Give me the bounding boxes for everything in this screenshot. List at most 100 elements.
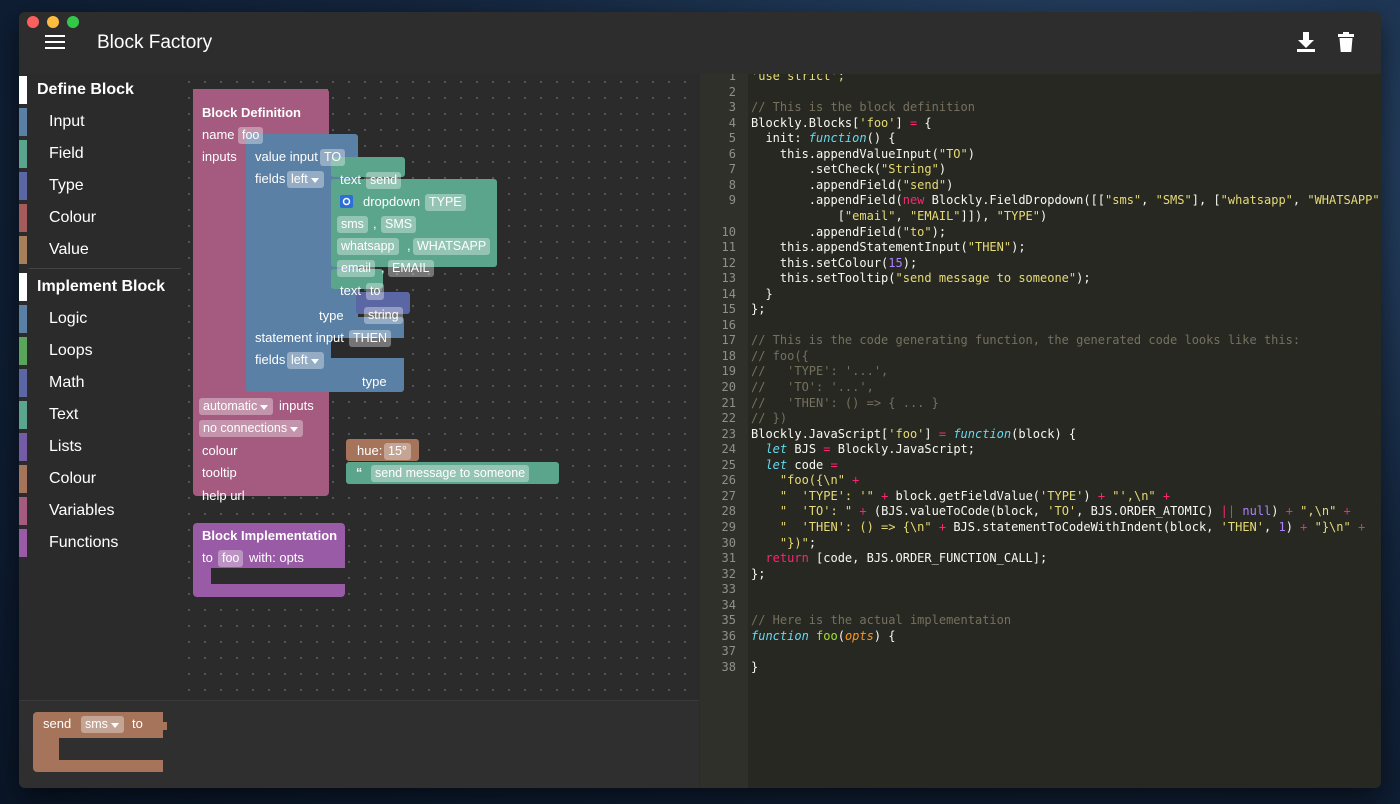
line-number: 29 — [721, 519, 736, 534]
close-window-button[interactable] — [27, 16, 39, 28]
preview-type-dropdown[interactable]: sms — [81, 716, 124, 733]
tooltip-text-field[interactable]: send message to someone — [371, 465, 530, 482]
code-token: { — [917, 115, 932, 130]
category-value[interactable]: Value — [19, 234, 181, 266]
auto-inputs-dropdown[interactable]: automatic — [199, 398, 274, 415]
line-number: 14 — [721, 286, 736, 301]
line-number: 33 — [721, 582, 736, 597]
line-number: 18 — [721, 348, 736, 363]
minimize-window-button[interactable] — [47, 16, 59, 28]
code-line: Blockly.JavaScript['foo'] = function(blo… — [751, 427, 1076, 441]
app-title: Block Factory — [97, 32, 213, 53]
code-line: "})"; — [751, 536, 816, 550]
code-token: "WHATSAPP" — [1307, 193, 1380, 208]
block-name-field[interactable]: foo — [238, 127, 264, 144]
code-token: // foo({ — [751, 348, 809, 363]
category-label: Functions — [49, 534, 119, 551]
hue-value-field[interactable]: 15° — [384, 443, 411, 460]
trash-icon[interactable] — [1338, 32, 1354, 52]
category-loops[interactable]: Loops — [19, 335, 181, 367]
dropdown-name-field[interactable]: TYPE — [425, 194, 466, 211]
code-token: function — [953, 426, 1012, 441]
fields-align-dropdown[interactable]: left — [287, 171, 324, 188]
line-number: 11 — [721, 240, 736, 255]
line-number: 38 — [721, 659, 736, 674]
option-label-field[interactable]: EMAIL — [388, 260, 434, 277]
code-token: "String" — [881, 162, 939, 177]
category-define-block[interactable]: Define Block — [19, 74, 181, 106]
code-line: return [code, BJS.ORDER_FUNCTION_CALL]; — [751, 551, 1047, 565]
line-number: 3 — [728, 100, 736, 115]
text-send-field[interactable]: send — [366, 172, 402, 189]
code-line: init: function() { — [751, 131, 896, 146]
code-line: let BJS = Blockly.JavaScript; — [751, 442, 975, 456]
code-token: // 'THEN': () => { ... } — [751, 395, 939, 410]
code-token: let — [765, 457, 788, 472]
code-token: "})" — [779, 535, 809, 550]
category-colour[interactable]: Colour — [19, 463, 181, 495]
code-line: Blockly.Blocks['foo'] = { — [751, 116, 932, 130]
code-token: [ — [751, 208, 845, 223]
category-logic[interactable]: Logic — [19, 303, 181, 335]
option-label-field[interactable]: SMS — [381, 216, 417, 233]
category-lists[interactable]: Lists — [19, 431, 181, 463]
category-color-bar — [19, 236, 27, 264]
value-input-label: value input — [255, 149, 318, 164]
tooltip-label: tooltip — [202, 465, 237, 480]
statement-input-name-field[interactable]: THEN — [349, 330, 392, 347]
code-token: BJS.statementToCodeWithIndent(block, — [946, 519, 1221, 534]
code-token: , — [895, 208, 910, 223]
category-implement-block[interactable]: Implement Block — [19, 271, 181, 303]
code-token: ) — [1083, 488, 1098, 503]
text-to-field[interactable]: to — [366, 283, 385, 300]
category-type[interactable]: Type — [19, 170, 181, 202]
quote-icon: “ — [356, 466, 363, 480]
option-value-field[interactable]: sms — [337, 216, 368, 233]
hamburger-icon[interactable] — [45, 35, 65, 51]
comma-label: , — [381, 260, 385, 275]
category-field[interactable]: Field — [19, 138, 181, 170]
download-icon[interactable] — [1297, 32, 1315, 52]
category-math[interactable]: Math — [19, 367, 181, 399]
gear-icon[interactable] — [340, 195, 353, 208]
code-token: "TYPE" — [996, 208, 1041, 223]
impl-fn-name-field[interactable]: foo — [218, 550, 244, 567]
line-number: 21 — [721, 395, 736, 410]
option-value-field[interactable]: whatsapp — [337, 238, 399, 255]
code-token: // This is the code generating function,… — [751, 333, 1301, 348]
value-input-name-field[interactable]: TO — [320, 149, 346, 166]
category-input[interactable]: Input — [19, 106, 181, 138]
category-colour[interactable]: Colour — [19, 202, 181, 234]
code-token: "foo({\n" — [779, 473, 845, 488]
category-variables[interactable]: Variables — [19, 495, 181, 527]
def-block-title: Block Definition — [202, 105, 301, 120]
code-line: " 'TO': " + (BJS.valueToCode(block, 'TO'… — [751, 504, 1351, 518]
maximize-window-button[interactable] — [67, 16, 79, 28]
code-token: this.appendValueInput( — [751, 146, 939, 161]
code-token: () { — [866, 131, 896, 146]
fields-align-dropdown[interactable]: left — [287, 352, 324, 369]
window-controls — [27, 16, 79, 28]
category-label: Implement Block — [37, 278, 166, 295]
code-token: BJS — [787, 442, 824, 457]
category-color-bar — [19, 108, 27, 136]
blocks-workspace[interactable]: Block Definition name foo inputs value i… — [181, 74, 824, 732]
type-string-field[interactable]: string — [364, 307, 403, 324]
option-label-field[interactable]: WHATSAPP — [413, 238, 491, 255]
category-label: Field — [49, 145, 84, 162]
line-number: 7 — [728, 162, 736, 177]
line-number: 12 — [721, 255, 736, 270]
option-value-field[interactable]: email — [337, 260, 375, 277]
code-token: " 'TYPE': '" — [779, 488, 874, 503]
line-number: 32 — [721, 566, 736, 581]
category-text[interactable]: Text — [19, 399, 181, 431]
code-token: opts — [844, 628, 874, 643]
connections-dropdown[interactable]: no connections — [199, 420, 304, 437]
code-token: ], — [1380, 193, 1381, 207]
code-editor[interactable]: 1 'use strict'; 2 3 // This is the block def… — [700, 74, 1381, 788]
category-functions[interactable]: Functions — [19, 527, 181, 559]
category-color-bar — [19, 465, 27, 493]
